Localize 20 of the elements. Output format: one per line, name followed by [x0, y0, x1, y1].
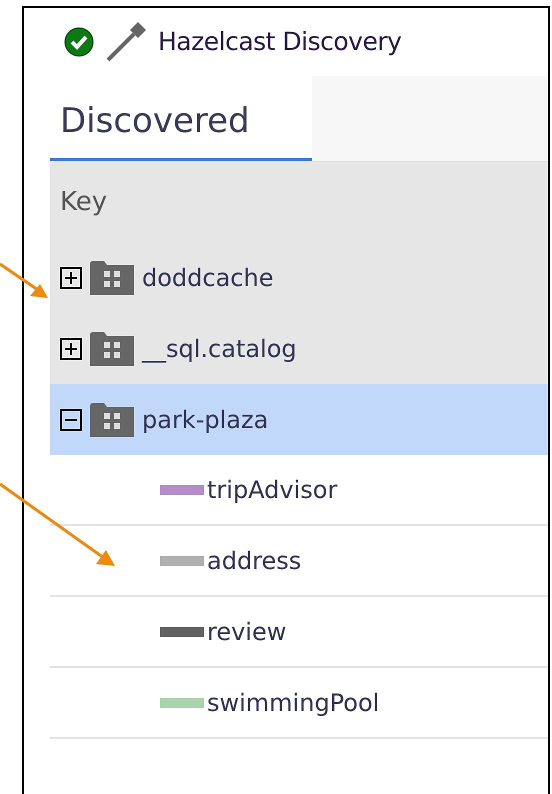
- collapse-icon[interactable]: [60, 408, 82, 430]
- tree-label: __sql.catalog: [142, 334, 297, 365]
- tree-label: review: [207, 616, 286, 648]
- expand-icon[interactable]: [60, 266, 82, 288]
- folder-icon: [90, 332, 134, 366]
- tree-label: park-plaza: [142, 404, 268, 436]
- column-header: Key: [60, 186, 108, 218]
- tree-row[interactable]: __sql.catalog: [50, 313, 548, 384]
- tree-row[interactable]: park-plaza: [50, 384, 548, 455]
- tree-label: doddcache: [142, 262, 274, 294]
- tree-label: tripAdvisor: [207, 474, 338, 506]
- hammer-icon: [104, 20, 148, 64]
- tab[interactable]: Discovered: [50, 76, 312, 161]
- tree-row[interactable]: doddcache: [50, 242, 548, 313]
- tree-label: swimmingPool: [207, 688, 380, 718]
- expand-icon[interactable]: [60, 338, 82, 360]
- folder-icon: [90, 260, 134, 294]
- folder-icon: [90, 402, 134, 436]
- window-title: Hazelcast Discovery: [158, 26, 402, 58]
- tree-label: address: [207, 546, 302, 576]
